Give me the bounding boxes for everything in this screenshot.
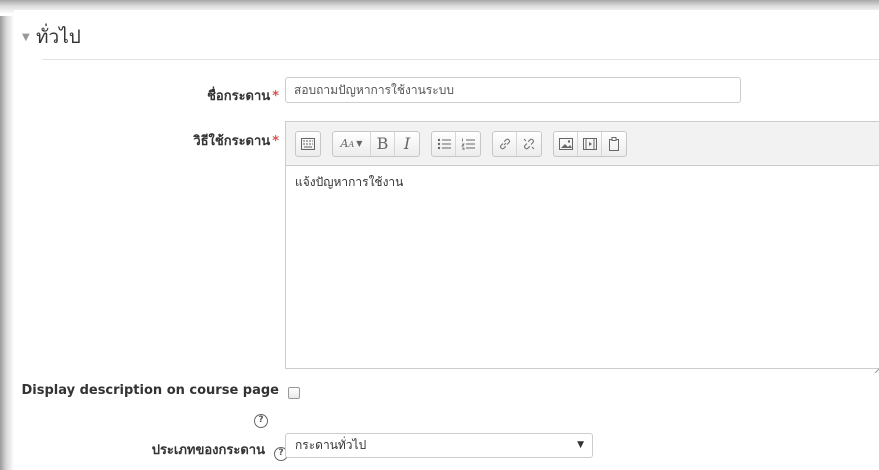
display-description-label: Display description on course page [21, 383, 279, 398]
forum-type-label: ประเภทของกระดาน [151, 443, 265, 458]
forum-name-label: ชื่อกระดาน * [207, 85, 279, 106]
editor-toolbar: AA ▼ B I [286, 122, 879, 166]
resize-grip-icon[interactable] [874, 358, 879, 374]
section-title: ทั่วไป [36, 26, 81, 48]
unlink-icon[interactable] [517, 132, 541, 156]
display-description-help[interactable]: ? [254, 407, 268, 428]
dropdown-arrow-icon: ▼ [577, 440, 584, 450]
toolbar-group-collapse [295, 130, 321, 157]
forum-type-select[interactable]: กระดานทั่วไป ▼ [285, 433, 593, 458]
media-icon[interactable] [578, 131, 602, 156]
toolbar-group-media [553, 130, 627, 157]
paste-icon[interactable] [602, 132, 626, 156]
collapse-caret-icon[interactable]: ▼ [22, 32, 32, 43]
required-icon: * [272, 89, 279, 104]
toolbar-group-links [492, 130, 542, 157]
description-label: วิธีใช้กระดาน * [193, 130, 279, 151]
section-divider [42, 59, 879, 60]
numbered-list-icon[interactable] [456, 132, 480, 156]
description-label-text: วิธีใช้กระดาน [193, 134, 271, 149]
editor-content-area[interactable]: แจ้งปัญหาการใช้งาน [286, 166, 879, 199]
italic-icon[interactable]: I [395, 132, 419, 156]
toolbar-group-format: AA ▼ B I [332, 130, 420, 157]
description-editor[interactable]: AA ▼ B I แจ้งปัญหาการใช้งาน [285, 121, 879, 374]
display-description-checkbox[interactable] [288, 387, 300, 399]
bullet-list-icon[interactable] [432, 131, 456, 156]
font-size-icon[interactable]: AA ▼ [333, 131, 371, 156]
help-icon[interactable]: ? [254, 413, 268, 428]
link-icon[interactable] [493, 131, 517, 156]
toolbar-group-lists [431, 130, 481, 157]
required-icon: * [272, 134, 279, 149]
forum-name-label-text: ชื่อกระดาน [207, 89, 271, 104]
forum-name-input[interactable]: สอบถามปัญหาการใช้งานระบบ [285, 77, 741, 103]
section-header[interactable]: ▼ ทั่วไป [22, 22, 81, 52]
image-icon[interactable] [554, 131, 578, 156]
forum-type-selected: กระดานทั่วไป [295, 438, 367, 452]
bold-icon[interactable]: B [371, 131, 395, 156]
keyboard-icon[interactable] [296, 132, 320, 156]
